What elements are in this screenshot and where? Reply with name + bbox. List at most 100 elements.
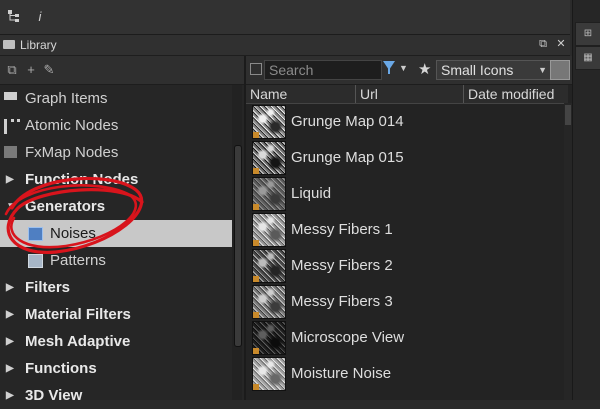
resource-type-marker <box>253 312 259 318</box>
tree-item-label: Function Nodes <box>25 171 139 188</box>
list-item[interactable]: Liquid <box>246 176 568 212</box>
expand-down-icon[interactable]: ▼ <box>6 193 16 220</box>
tree-item-label: 3D View <box>25 387 83 404</box>
list-item[interactable]: Moisture Noise <box>246 356 568 392</box>
tree-item[interactable]: ▶ Material Filters <box>0 301 232 328</box>
column-name[interactable]: Name <box>246 85 356 103</box>
tree-toolbar: ⧉ + ✎ <box>0 56 244 85</box>
column-url[interactable]: Url <box>356 85 464 103</box>
expand-right-icon[interactable]: ▶ <box>6 382 14 409</box>
resource-type-marker <box>253 132 259 138</box>
list-scrollbar[interactable] <box>564 103 572 400</box>
favorites-star-icon[interactable]: ★ <box>418 60 431 78</box>
tree-item[interactable]: ▶ Functions <box>0 355 232 382</box>
tree-item[interactable]: Atomic Nodes <box>0 112 232 139</box>
edit-icon[interactable]: ✎ <box>41 62 57 78</box>
tree-scrollbar[interactable] <box>232 85 242 400</box>
list-header: Name Url Date modified <box>246 85 568 104</box>
column-date-modified[interactable]: Date modified <box>464 85 568 103</box>
search-field-icon <box>250 63 262 75</box>
texture-thumbnail <box>252 285 286 319</box>
resource-type-marker <box>253 240 259 246</box>
expand-right-icon[interactable]: ▶ <box>6 274 14 301</box>
dock-tab-icon[interactable]: ▦ <box>575 46 600 70</box>
fxmap-icon <box>4 146 17 158</box>
texture-thumbnail <box>252 213 286 247</box>
expand-right-icon[interactable]: ▶ <box>6 301 14 328</box>
list-item[interactable]: Messy Fibers 1 <box>246 212 568 248</box>
tree-item[interactable]: ▶ 3D View <box>0 382 232 409</box>
texture-thumbnail <box>252 321 286 355</box>
list-item[interactable]: Messy Fibers 2 <box>246 248 568 284</box>
library-content-pane: Search ▼ ★ Small Icons ▼ Name Url Date m… <box>246 56 572 400</box>
tree-item-label: Filters <box>25 279 71 296</box>
texture-thumbnail <box>252 177 286 211</box>
list-item[interactable]: Messy Fibers 3 <box>246 284 568 320</box>
info-icon[interactable]: i <box>32 9 48 25</box>
library-panel-header: Library ⧉ ✕ <box>0 35 570 56</box>
tree-item[interactable]: ▶ Mesh Adaptive <box>0 328 232 355</box>
texture-thumbnail <box>252 141 286 175</box>
add-library-icon[interactable]: ⧉ <box>4 62 20 78</box>
texture-thumbnail <box>252 105 286 139</box>
expand-right-icon[interactable]: ▶ <box>6 328 14 355</box>
search-input[interactable]: Search <box>264 60 382 80</box>
tree-item[interactable]: Graph Items <box>0 85 232 112</box>
expand-right-icon[interactable]: ▶ <box>6 355 14 382</box>
tree-item[interactable]: Noises <box>0 220 232 247</box>
resource-type-marker <box>253 204 259 210</box>
tree-item-label: Generators <box>25 198 106 215</box>
library-tree-pane: ⧉ + ✎ Graph Items Atomic Nodes FxMap Nodes… <box>0 56 246 404</box>
tree-item[interactable]: ▶ Function Nodes <box>0 166 232 193</box>
resource-type-marker <box>253 348 259 354</box>
filter-dropdown-icon[interactable]: ▼ <box>399 63 408 73</box>
main-toolbar: i <box>0 0 570 35</box>
content-toolbar: Search ▼ ★ Small Icons ▼ <box>246 56 572 85</box>
resource-type-marker <box>253 384 259 390</box>
view-toggle-button[interactable] <box>550 60 570 80</box>
atomic-nodes-icon <box>4 119 20 134</box>
noises-icon <box>28 227 43 241</box>
list-item-name: Grunge Map 014 <box>291 113 404 130</box>
tree-item-label: Mesh Adaptive <box>25 333 131 350</box>
view-mode-select[interactable]: Small Icons ▼ <box>436 60 552 80</box>
tree-item[interactable]: ▼ Generators <box>0 193 232 220</box>
texture-thumbnail <box>252 357 286 391</box>
plus-icon[interactable]: + <box>23 62 39 78</box>
list-item[interactable]: Grunge Map 014 <box>246 104 568 140</box>
tree-item-label: Noises <box>50 225 96 242</box>
list-item[interactable]: Microscope View <box>246 320 568 356</box>
hierarchy-icon[interactable] <box>6 9 22 25</box>
list-item-name: Liquid <box>291 185 332 202</box>
list-item-name: Messy Fibers 3 <box>291 293 393 310</box>
chevron-down-icon: ▼ <box>538 65 547 75</box>
close-icon[interactable]: ✕ <box>554 37 568 51</box>
list-item[interactable]: Grunge Map 015 <box>246 140 568 176</box>
view-mode-label: Small Icons <box>441 62 514 78</box>
tree-item[interactable]: Patterns <box>0 247 232 274</box>
float-panel-icon[interactable]: ⧉ <box>536 37 550 51</box>
list-item-name: Microscope View <box>291 329 405 346</box>
list-item-name: Messy Fibers 1 <box>291 221 393 238</box>
tree-item-label: FxMap Nodes <box>25 144 119 161</box>
resource-type-marker <box>253 276 259 282</box>
patterns-icon <box>28 254 43 268</box>
tree-item-label: Patterns <box>50 252 106 269</box>
graph-items-icon <box>4 92 17 100</box>
list-item-name: Grunge Map 015 <box>291 149 404 166</box>
tree-item-label: Functions <box>25 360 97 377</box>
texture-thumbnail <box>252 249 286 283</box>
right-dock-strip: ⊞ ▦ <box>572 0 600 400</box>
expand-right-icon[interactable]: ▶ <box>6 166 14 193</box>
tree-item-label: Material Filters <box>25 306 131 323</box>
tree-item-label: Atomic Nodes <box>25 117 119 134</box>
resource-type-marker <box>253 168 259 174</box>
tree-item-label: Graph Items <box>25 90 108 107</box>
panel-title: Library <box>20 38 57 52</box>
tree-item[interactable]: FxMap Nodes <box>0 139 232 166</box>
list-item-name: Moisture Noise <box>291 365 392 382</box>
tree-item[interactable]: ▶ Filters <box>0 274 232 301</box>
dock-tab-icon[interactable]: ⊞ <box>575 22 600 46</box>
list-item-name: Messy Fibers 2 <box>291 257 393 274</box>
folder-icon <box>3 40 15 49</box>
